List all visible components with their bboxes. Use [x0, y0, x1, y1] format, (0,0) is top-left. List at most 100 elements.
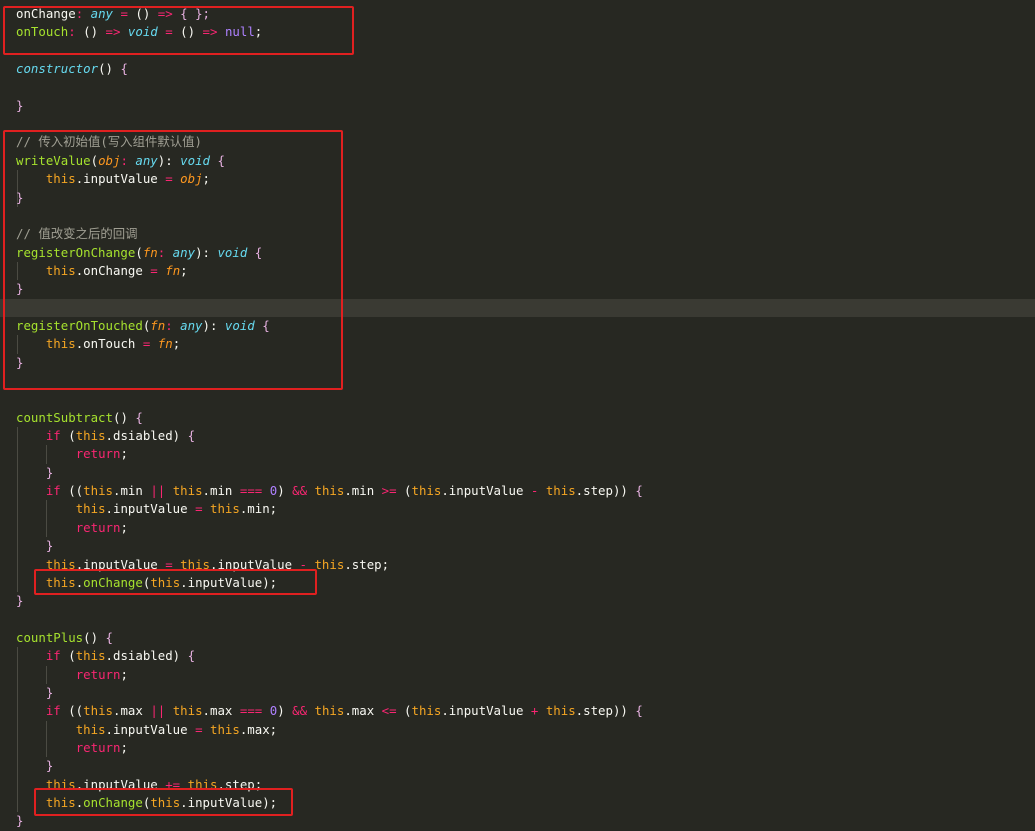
code-token: any: [172, 244, 196, 260]
code-line-text: this.onChange = fn;: [16, 262, 188, 280]
code-line[interactable]: }: [0, 684, 1035, 702]
code-line[interactable]: if ((this.max || this.max === 0) && this…: [0, 702, 1035, 720]
code-token: .inputValue: [105, 501, 196, 517]
code-token: .min: [202, 483, 240, 499]
code-token: return: [75, 740, 121, 755]
code-token: .inputValue: [75, 776, 166, 792]
code-line[interactable]: this.onTouch = fn;: [0, 335, 1035, 353]
code-line[interactable]: }: [0, 280, 1035, 298]
code-line-text: }: [16, 97, 23, 115]
code-line[interactable]: this.inputValue = obj;: [0, 170, 1035, 188]
code-line[interactable]: [0, 42, 1035, 60]
code-line[interactable]: onTouch: () => void = () => null;: [0, 23, 1035, 41]
code-line-text: return;: [16, 445, 128, 463]
code-token: ):: [195, 244, 218, 260]
code-line[interactable]: }: [0, 189, 1035, 207]
code-token: <=: [381, 703, 397, 719]
code-token: onChange: [83, 795, 143, 811]
code-line[interactable]: this.onChange(this.inputValue);: [0, 794, 1035, 812]
code-line[interactable]: this.inputValue += this.step;: [0, 776, 1035, 794]
code-line[interactable]: return;: [0, 666, 1035, 684]
code-line[interactable]: this.inputValue = this.min;: [0, 500, 1035, 518]
code-token: ):: [157, 152, 181, 168]
code-line[interactable]: writeValue(obj: any): void {: [0, 152, 1035, 170]
code-token: .inputValue: [210, 556, 300, 572]
code-line[interactable]: return;: [0, 519, 1035, 537]
code-token: :: [75, 6, 91, 21]
code-line[interactable]: registerOnTouched(fn: any): void {: [0, 317, 1035, 335]
code-token: {: [135, 409, 143, 425]
code-token: {: [635, 483, 643, 499]
code-line[interactable]: }: [0, 592, 1035, 610]
code-line[interactable]: if (this.dsiabled) {: [0, 647, 1035, 665]
code-token: =: [157, 24, 181, 40]
code-line[interactable]: this.onChange = fn;: [0, 262, 1035, 280]
code-token: }: [16, 189, 24, 205]
code-line[interactable]: [0, 611, 1035, 629]
code-line-text: countPlus() {: [16, 629, 113, 647]
code-line[interactable]: onChange: any = () => { };: [0, 5, 1035, 23]
code-line[interactable]: }: [0, 464, 1035, 482]
code-line-text: }: [16, 684, 53, 702]
code-line[interactable]: // 值改变之后的回调: [0, 225, 1035, 243]
code-line[interactable]: }: [0, 97, 1035, 115]
code-line[interactable]: return;: [0, 739, 1035, 757]
code-line-text: this.inputValue = this.max;: [16, 721, 277, 739]
code-line[interactable]: if (this.dsiabled) {: [0, 427, 1035, 445]
code-line[interactable]: }: [0, 537, 1035, 555]
code-token: .min: [344, 483, 382, 499]
code-line-text: }: [16, 592, 23, 610]
code-line[interactable]: constructor() {: [0, 60, 1035, 78]
code-token: any: [135, 152, 158, 168]
code-line[interactable]: [0, 299, 1035, 317]
code-token: // 传入初始值(写入组件默认值): [16, 134, 202, 150]
code-line[interactable]: [0, 390, 1035, 408]
code-token: -: [299, 556, 307, 572]
code-token: this: [411, 703, 442, 719]
code-token: // 值改变之后的回调: [16, 226, 138, 242]
code-token: (: [135, 244, 143, 260]
code-line[interactable]: registerOnChange(fn: any): void {: [0, 244, 1035, 262]
code-line[interactable]: [0, 372, 1035, 390]
code-line[interactable]: this.onChange(this.inputValue);: [0, 574, 1035, 592]
code-token: (): [180, 24, 203, 40]
code-token: }: [16, 593, 24, 609]
code-token: this: [314, 556, 345, 572]
code-line[interactable]: }: [0, 757, 1035, 775]
code-token: ||: [150, 483, 166, 499]
code-editor[interactable]: onChange: any = () => { }; onTouch: () =>…: [0, 0, 1035, 831]
code-line-text: writeValue(obj: any): void {: [16, 152, 225, 170]
code-line[interactable]: // 传入初始值(写入组件默认值): [0, 133, 1035, 151]
code-token: =>: [202, 24, 225, 40]
code-token: }: [16, 97, 24, 113]
code-line[interactable]: }: [0, 354, 1035, 372]
code-line[interactable]: countPlus() {: [0, 629, 1035, 647]
code-line[interactable]: this.inputValue = this.max;: [0, 721, 1035, 739]
code-token: }: [16, 354, 24, 370]
code-line[interactable]: this.inputValue = this.inputValue - this…: [0, 556, 1035, 574]
code-token: if: [45, 428, 61, 444]
code-token: obj: [180, 171, 203, 187]
code-token: onChange: [16, 6, 76, 21]
code-token: void: [224, 317, 255, 333]
code-line[interactable]: if ((this.min || this.min === 0) && this…: [0, 482, 1035, 500]
code-line[interactable]: [0, 78, 1035, 96]
code-line[interactable]: }: [0, 812, 1035, 830]
code-line-text: this.inputValue = this.min;: [16, 500, 277, 518]
code-line[interactable]: [0, 115, 1035, 133]
code-token: constructor: [16, 61, 99, 77]
code-token: =: [150, 262, 158, 278]
code-line[interactable]: return;: [0, 445, 1035, 463]
code-line[interactable]: [0, 207, 1035, 225]
code-line-text: onChange: any = () => { };: [16, 5, 210, 23]
code-line[interactable]: countSubtract() {: [0, 409, 1035, 427]
code-token: .inputValue: [441, 483, 531, 499]
code-token: =: [195, 501, 203, 517]
